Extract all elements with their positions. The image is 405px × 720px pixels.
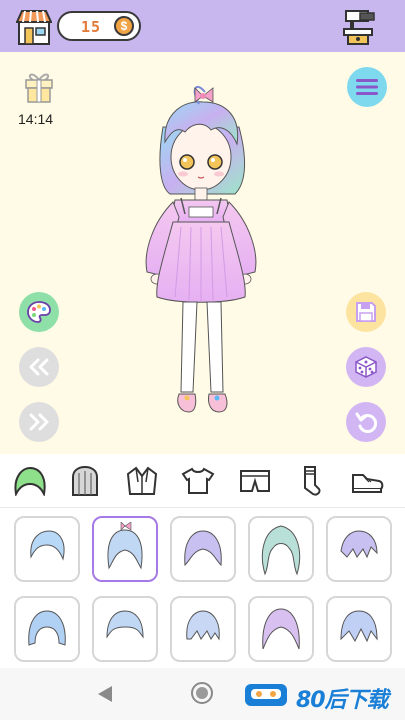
hair-item-8[interactable] bbox=[170, 596, 236, 662]
camera-stand-icon bbox=[343, 10, 375, 45]
save-button[interactable] bbox=[346, 292, 386, 332]
dice-icon bbox=[355, 356, 377, 378]
shorts-icon bbox=[240, 470, 270, 492]
hair-style-icon bbox=[107, 522, 143, 570]
watermark-text: 80后下载 bbox=[296, 688, 389, 713]
sock-icon bbox=[304, 466, 321, 496]
coin-icon: $ bbox=[114, 16, 134, 36]
hair-style-icon bbox=[262, 608, 300, 650]
gift-button[interactable] bbox=[24, 70, 54, 104]
tab-top[interactable] bbox=[180, 464, 216, 498]
hair-item-6[interactable] bbox=[14, 596, 80, 662]
hair-style-icon bbox=[28, 610, 66, 646]
coin-counter: 15 $ bbox=[57, 11, 141, 41]
hair-style-icon bbox=[340, 530, 378, 559]
system-nav-bar: 80后下载 bbox=[0, 668, 405, 720]
hair-style-icon bbox=[340, 610, 378, 643]
double-chevron-left-icon bbox=[29, 358, 49, 376]
tab-bottoms[interactable] bbox=[237, 464, 273, 498]
previous-outfit-button[interactable] bbox=[19, 347, 59, 387]
tshirt-icon bbox=[181, 467, 215, 494]
shop-icon bbox=[15, 10, 53, 45]
category-bar bbox=[0, 454, 405, 508]
hair-item-7[interactable] bbox=[92, 596, 158, 662]
tab-hair-back[interactable] bbox=[67, 464, 103, 498]
site-watermark: 80后下载 bbox=[244, 680, 404, 713]
hair-style-icon bbox=[184, 530, 222, 567]
hair-item-10[interactable] bbox=[326, 596, 392, 662]
shoe-icon bbox=[352, 474, 384, 493]
menu-button[interactable] bbox=[347, 67, 387, 107]
gift-icon bbox=[25, 73, 53, 103]
hair-item-1[interactable] bbox=[14, 516, 80, 582]
hair-item-5[interactable] bbox=[326, 516, 392, 582]
hair-item-2[interactable] bbox=[92, 516, 158, 582]
hair-style-icon bbox=[30, 530, 65, 561]
gift-timer: 14:14 bbox=[18, 111, 54, 127]
floppy-disk-icon bbox=[356, 302, 376, 322]
double-chevron-right-icon bbox=[29, 413, 49, 431]
tab-shoes[interactable] bbox=[349, 464, 385, 498]
next-outfit-button[interactable] bbox=[19, 402, 59, 442]
jacket-icon bbox=[126, 466, 158, 495]
item-grid bbox=[0, 508, 405, 668]
random-outfit-button[interactable] bbox=[346, 347, 386, 387]
back-triangle-icon[interactable] bbox=[96, 684, 114, 704]
tab-socks[interactable] bbox=[293, 464, 329, 498]
hair-item-3[interactable] bbox=[170, 516, 236, 582]
undo-icon bbox=[355, 412, 377, 433]
palette-icon bbox=[27, 301, 51, 323]
hair-item-9[interactable] bbox=[248, 596, 314, 662]
hair-style-icon bbox=[106, 610, 144, 639]
hair-front-icon bbox=[14, 466, 46, 496]
home-circle-icon[interactable] bbox=[191, 682, 213, 704]
hair-style-icon bbox=[261, 525, 301, 576]
tab-jacket[interactable] bbox=[124, 464, 160, 498]
hair-style-icon bbox=[186, 610, 220, 641]
top-bar: 15 $ bbox=[0, 0, 405, 52]
photo-booth-button[interactable] bbox=[342, 8, 378, 46]
shop-button[interactable] bbox=[15, 8, 53, 46]
hair-item-4[interactable] bbox=[248, 516, 314, 582]
hamburger-menu-icon bbox=[356, 79, 378, 95]
hair-back-icon bbox=[72, 465, 98, 496]
coin-count: 15 bbox=[81, 18, 102, 36]
watermark-logo-icon bbox=[245, 684, 287, 706]
reset-button[interactable] bbox=[346, 402, 386, 442]
tab-hair-front[interactable] bbox=[12, 464, 48, 498]
color-palette-button[interactable] bbox=[19, 292, 59, 332]
character-avatar bbox=[135, 82, 270, 437]
